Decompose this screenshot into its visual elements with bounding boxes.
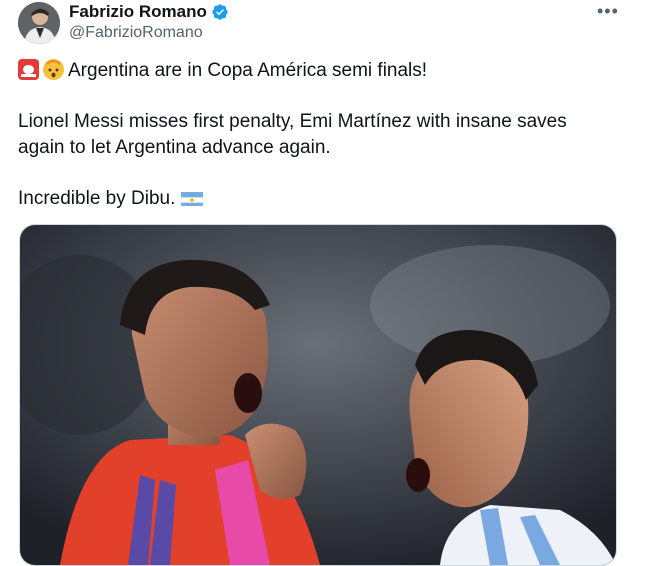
- tweet-line-1: Argentina are in Copa América semi final…: [68, 60, 428, 81]
- verified-badge-icon[interactable]: [211, 3, 229, 21]
- avatar[interactable]: [18, 2, 60, 44]
- tweet-line-2: Lionel Messi misses first penalty, Emi M…: [18, 111, 567, 158]
- display-name[interactable]: Fabrizio Romano: [69, 2, 207, 22]
- exploding-head-icon: [43, 59, 64, 80]
- tweet-text: Argentina are in Copa América semi final…: [18, 58, 618, 212]
- police-siren-icon: [18, 59, 39, 80]
- avatar-photo: [18, 2, 60, 44]
- tweet-photo[interactable]: [19, 224, 617, 566]
- user-handle[interactable]: @FabrizioRomano: [69, 24, 203, 42]
- argentina-flag-icon: [180, 190, 203, 206]
- tweet-line-3: Incredible by Dibu.: [18, 188, 176, 209]
- match-photo: [20, 225, 616, 565]
- more-options-icon[interactable]: •••: [597, 2, 619, 20]
